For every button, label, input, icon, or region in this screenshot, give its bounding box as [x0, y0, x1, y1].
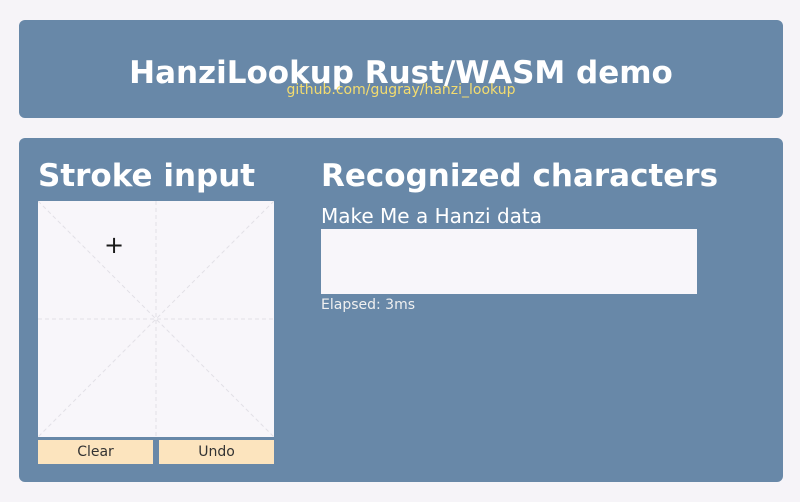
main-panel: Stroke input + Clear Undo Recognized cha…	[19, 138, 783, 482]
github-link[interactable]: github.com/gugray/hanzi_lookup	[19, 83, 783, 97]
stroke-input-title: Stroke input	[38, 158, 256, 194]
data-source-label: Make Me a Hanzi data	[321, 204, 543, 228]
recognized-characters-title: Recognized characters	[321, 158, 719, 194]
canvas-guide-lines	[38, 201, 274, 437]
recognized-characters-list[interactable]	[321, 229, 697, 294]
elapsed-time: Elapsed: 3ms	[321, 297, 416, 313]
stroke-drawing-canvas[interactable]: +	[38, 201, 274, 437]
header-panel: HanziLookup Rust/WASM demo github.com/gu…	[19, 20, 783, 118]
undo-button[interactable]: Undo	[159, 440, 274, 464]
crosshair-cursor-icon: +	[104, 231, 125, 259]
clear-button[interactable]: Clear	[38, 440, 153, 464]
